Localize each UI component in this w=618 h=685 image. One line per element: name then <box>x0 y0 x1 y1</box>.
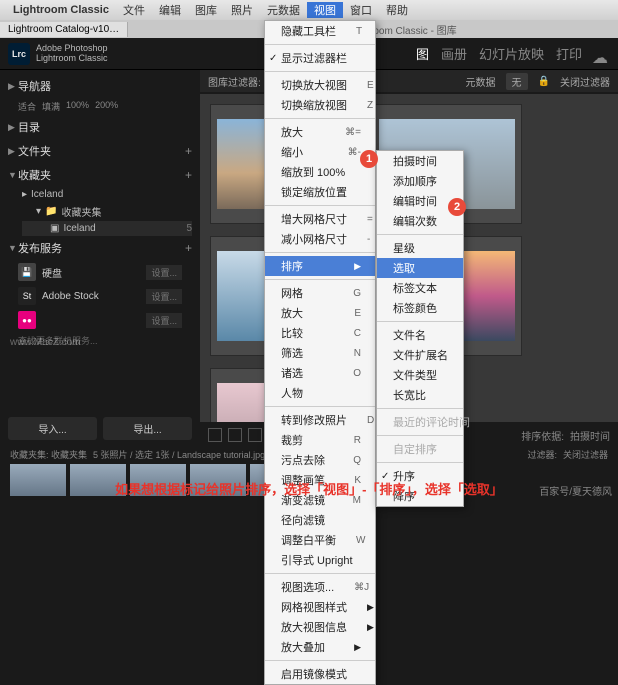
export-button[interactable]: 导出... <box>103 417 192 440</box>
view-menu-dropdown: 隐藏工具栏T 显示过滤器栏切换放大视图E切换缩放视图Z 放大⌘=缩小⌘-缩放到 10… <box>264 20 376 685</box>
menu-item[interactable]: 长宽比 <box>377 385 463 405</box>
filter-none-button[interactable]: 无 <box>506 73 528 90</box>
collections-tree: ▸Iceland ▾📁收藏夹集 ▣Iceland5 <box>8 187 192 236</box>
menu-photo[interactable]: 照片 <box>224 2 260 18</box>
module-print[interactable]: 打印 <box>556 44 582 63</box>
menu-item[interactable]: 文件名 <box>377 325 463 345</box>
close-filter[interactable]: 关闭过滤器 <box>560 74 610 89</box>
filter-label: 过滤器: <box>527 448 557 461</box>
publish-flickr[interactable]: ●●设置... <box>8 308 192 332</box>
menu-item[interactable]: 污点去除Q <box>265 450 375 470</box>
filter-label: 图库过滤器: <box>208 74 261 89</box>
menu-item[interactable]: 人物 <box>265 383 375 403</box>
menu-item[interactable]: 标签文本 <box>377 278 463 298</box>
publish-adobe-stock[interactable]: StAdobe Stock设置... <box>8 284 192 308</box>
menu-item[interactable]: 网格视图样式▶ <box>265 597 375 617</box>
collection-set[interactable]: ▾📁收藏夹集 <box>22 202 192 221</box>
module-picker: 图 画册 幻灯片放映 打印 <box>416 44 582 63</box>
menu-item[interactable]: 裁剪R <box>265 430 375 450</box>
sort-dropdown[interactable]: 拍摄时间 <box>570 428 610 443</box>
menu-item[interactable]: 锁定缩放位置 <box>265 182 375 202</box>
module-book[interactable]: 画册 <box>441 44 467 63</box>
menu-item[interactable]: 网格G <box>265 283 375 303</box>
menu-item[interactable]: 引导式 Upright <box>265 550 375 570</box>
menu-item[interactable]: 视图选项...⌘J <box>265 577 375 597</box>
menu-metadata[interactable]: 元数据 <box>260 2 307 18</box>
panel-publish[interactable]: ▼发布服务+ <box>8 236 192 260</box>
menu-item[interactable]: 拍摄时间 <box>377 151 463 171</box>
sort-label: 排序依据: <box>521 428 564 443</box>
navigator-zoom: 适合 填满 100% 200% <box>8 98 192 115</box>
window-title: room Classic - 图库 <box>370 22 457 37</box>
menu-item: 最近的评论时间 <box>377 412 463 432</box>
menu-item[interactable]: 减小网格尺寸- <box>265 229 375 249</box>
menu-view[interactable]: 视图 <box>307 2 343 18</box>
panel-collections[interactable]: ▼收藏夹+ <box>8 163 192 187</box>
menu-item[interactable]: 排序▶ <box>265 256 375 276</box>
cloud-sync-icon[interactable]: ☁ <box>592 48 610 60</box>
menu-item[interactable]: 添加顺序 <box>377 171 463 191</box>
compare-view-icon[interactable] <box>248 428 262 442</box>
menu-file[interactable]: 文件 <box>116 2 152 18</box>
panel-navigator[interactable]: ▶导航器 <box>8 74 192 98</box>
menu-item[interactable]: 放大⌘= <box>265 122 375 142</box>
menu-help[interactable]: 帮助 <box>379 2 415 18</box>
app-menu[interactable]: Lightroom Classic <box>6 4 116 16</box>
menu-item[interactable]: 文件扩展名 <box>377 345 463 365</box>
loupe-view-icon[interactable] <box>228 428 242 442</box>
breadcrumb[interactable]: 收藏夹集: 收藏夹集 <box>10 448 87 461</box>
menu-item[interactable]: 调整白平衡W <box>265 530 375 550</box>
menu-item[interactable]: 选取 <box>377 258 463 278</box>
menu-item[interactable]: 标签颜色 <box>377 298 463 318</box>
filter-bar: 图库过滤器: 元数据 无 🔒 关闭过滤器 <box>200 70 618 92</box>
menu-item[interactable]: 比较C <box>265 323 375 343</box>
module-library[interactable]: 图 <box>416 44 429 63</box>
macos-menubar: Lightroom Classic 文件 编辑 图库 照片 元数据 视图 窗口 … <box>0 0 618 20</box>
annotation-badge-2: 2 <box>448 198 466 216</box>
attribution: 百家号/夏天德风 <box>539 483 612 498</box>
panel-folders[interactable]: ▶文件夹+ <box>8 139 192 163</box>
menu-item[interactable]: 放大E <box>265 303 375 323</box>
window-titlebar: room Classic - 图库 <box>370 20 457 38</box>
menu-item[interactable]: 放大视图信息▶ <box>265 617 375 637</box>
app-brand: Adobe PhotoshopLightroom Classic <box>36 44 108 64</box>
menu-item[interactable]: 增大网格尺寸= <box>265 209 375 229</box>
menu-item[interactable]: 径向滤镜 <box>265 510 375 530</box>
menu-item[interactable]: 筛选N <box>265 343 375 363</box>
menu-item[interactable]: 显示过滤器栏 <box>265 48 375 68</box>
menu-item[interactable]: 转到修改照片D <box>265 410 375 430</box>
grid-view-icon[interactable] <box>208 428 222 442</box>
menu-item[interactable]: 缩小⌘- <box>265 142 375 162</box>
menu-item: 自定排序 <box>377 439 463 459</box>
left-sidebar: ▶导航器 适合 填满 100% 200% ▶目录 ▶文件夹+ ▼收藏夹+ ▸Ic… <box>0 70 200 448</box>
menu-item[interactable]: 文件类型 <box>377 365 463 385</box>
menu-item[interactable]: 隐藏工具栏T <box>265 21 375 41</box>
annotation-badge-1: 1 <box>360 150 378 168</box>
menu-library[interactable]: 图库 <box>188 2 224 18</box>
lock-icon[interactable]: 🔒 <box>538 76 550 87</box>
menu-item[interactable]: 诸选O <box>265 363 375 383</box>
collection-item[interactable]: ▸Iceland <box>22 187 192 202</box>
menu-item[interactable]: 缩放到 100% <box>265 162 375 182</box>
panel-catalog[interactable]: ▶目录 <box>8 115 192 139</box>
filter-metadata[interactable]: 元数据 <box>466 74 496 89</box>
app-logo-icon: Lrc <box>8 43 30 65</box>
menu-item[interactable]: 切换缩放视图Z <box>265 95 375 115</box>
window-tab[interactable]: Lightroom Catalog-v10… <box>0 22 128 37</box>
tutorial-caption: 如果想根据标记给照片排序，选择「视图」-「排序」，选择「选取」 <box>0 479 618 498</box>
menu-item[interactable]: 切换放大视图E <box>265 75 375 95</box>
module-slideshow[interactable]: 幻灯片放映 <box>479 44 544 63</box>
menu-edit[interactable]: 编辑 <box>152 2 188 18</box>
publish-harddrive[interactable]: 💾硬盘设置... <box>8 260 192 284</box>
menu-window[interactable]: 窗口 <box>343 2 379 18</box>
watermark: www.MacZ.com <box>10 337 81 348</box>
close-filter[interactable]: 关闭过滤器 <box>563 448 608 461</box>
menu-item[interactable]: 编辑次数 <box>377 211 463 231</box>
menu-item[interactable]: 启用镜像模式 <box>265 664 375 684</box>
selection-info: 5 张照片 / 选定 1张 / Landscape tutorial.jpg ▾ <box>93 448 272 461</box>
menu-item[interactable]: 放大叠加▶ <box>265 637 375 657</box>
import-button[interactable]: 导入... <box>8 417 97 440</box>
collection-item-selected[interactable]: ▣Iceland5 <box>22 221 192 236</box>
menu-item[interactable]: 星级 <box>377 238 463 258</box>
